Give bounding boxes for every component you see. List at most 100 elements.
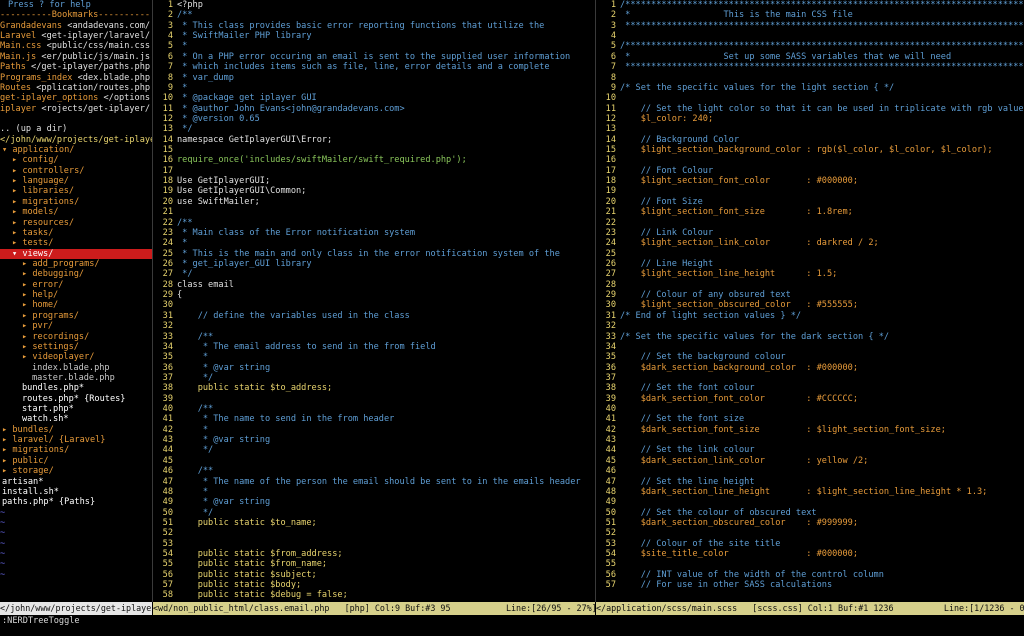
tree-directory[interactable]: ▸ public/ xyxy=(0,456,152,466)
bookmark-item[interactable]: Programs_index <dex.blade.php xyxy=(0,73,152,83)
tree-file[interactable]: routes.php* {Routes} xyxy=(0,394,152,404)
code-line[interactable]: 29 // Colour of any obsured text xyxy=(596,290,1024,300)
code-line[interactable]: 36 * @var string xyxy=(153,363,595,373)
code-line[interactable]: 34 * The email address to send in the fr… xyxy=(153,342,595,352)
code-line[interactable]: 17 // Font Colour xyxy=(596,166,1024,176)
code-line[interactable]: 29 { xyxy=(153,290,595,300)
tree-directory[interactable]: ▸ config/ xyxy=(0,155,152,165)
code-line[interactable]: 13 xyxy=(596,124,1024,134)
code-line[interactable]: 46 xyxy=(596,466,1024,476)
code-line[interactable]: 42 $dark_section_font_size : $light_sect… xyxy=(596,425,1024,435)
code-line[interactable]: 54 $site_title_color : #000000; xyxy=(596,549,1024,559)
code-line[interactable]: 50 */ xyxy=(153,508,595,518)
code-line[interactable]: 20 use SwiftMailer; xyxy=(153,197,595,207)
code-line[interactable]: 23 // Link Colour xyxy=(596,228,1024,238)
tree-directory[interactable]: ▸ help/ xyxy=(0,290,152,300)
code-line[interactable]: 43 xyxy=(596,435,1024,445)
tree-directory[interactable]: ▸ videoplayer/ xyxy=(0,352,152,362)
code-line[interactable]: 28 xyxy=(596,280,1024,290)
editor-pane-scss[interactable]: 1 /**************************************… xyxy=(596,0,1024,602)
code-line[interactable]: 18 $light_section_font_color : #000000; xyxy=(596,176,1024,186)
code-line[interactable]: 48 * xyxy=(153,487,595,497)
up-dir-link[interactable]: .. (up a dir) xyxy=(0,124,152,134)
code-line[interactable]: 6 * Set up some SASS variables that we w… xyxy=(596,52,1024,62)
code-line[interactable]: 9 * xyxy=(153,83,595,93)
tree-directory[interactable]: ▸ controllers/ xyxy=(0,166,152,176)
code-line[interactable]: 5 * xyxy=(153,41,595,51)
code-line[interactable]: 33 /** xyxy=(153,332,595,342)
bookmark-item[interactable]: get-iplayer_options </options xyxy=(0,93,152,103)
code-line[interactable]: 14 // Background Color xyxy=(596,135,1024,145)
code-line[interactable]: 4 * SwiftMailer PHP library xyxy=(153,31,595,41)
code-line[interactable]: 7 **************************************… xyxy=(596,62,1024,72)
code-line[interactable]: 26 * get_iplayer_GUI library xyxy=(153,259,595,269)
tree-directory[interactable]: ▸ tests/ xyxy=(0,238,152,248)
tree-directory[interactable]: ▸ error/ xyxy=(0,280,152,290)
code-line[interactable]: 51 public static $to_name; xyxy=(153,518,595,528)
code-line[interactable]: 37 */ xyxy=(153,373,595,383)
code-line[interactable]: 12 * @version 0.65 xyxy=(153,114,595,124)
code-line[interactable]: 43 * @var string xyxy=(153,435,595,445)
code-line[interactable]: 5 /**************************************… xyxy=(596,41,1024,51)
code-line[interactable]: 45 xyxy=(153,456,595,466)
code-line[interactable]: 39 $dark_section_font_color : #CCCCCC; xyxy=(596,394,1024,404)
tree-directory[interactable]: ▸ recordings/ xyxy=(0,332,152,342)
bookmark-item[interactable]: Grandadevans <andadevans.com/ xyxy=(0,21,152,31)
code-line[interactable]: 20 // Font Size xyxy=(596,197,1024,207)
code-line[interactable]: 24 $light_section_link_color : darkred /… xyxy=(596,238,1024,248)
code-line[interactable]: 57 // For use in other SASS calculations xyxy=(596,580,1024,590)
code-line[interactable]: 22 /** xyxy=(153,218,595,228)
code-line[interactable]: 25 * This is the main and only class in … xyxy=(153,249,595,259)
code-line[interactable]: 17 xyxy=(153,166,595,176)
code-line[interactable]: 10 * @package get iplayer GUI xyxy=(153,93,595,103)
code-line[interactable]: 11 * @author John Evans<john@grandadevan… xyxy=(153,104,595,114)
code-line[interactable]: 50 // Set the colour of obscured text xyxy=(596,508,1024,518)
code-line[interactable]: 8 * var_dump xyxy=(153,73,595,83)
code-line[interactable]: 18 Use GetIplayerGUI; xyxy=(153,176,595,186)
code-line[interactable]: 57 public static $body; xyxy=(153,580,595,590)
code-line[interactable]: 24 * xyxy=(153,238,595,248)
code-line[interactable]: 31 /* End of light section values } */ xyxy=(596,311,1024,321)
code-line[interactable]: 30 $light_section_obscured_color : #5555… xyxy=(596,300,1024,310)
code-line[interactable]: 46 /** xyxy=(153,466,595,476)
code-line[interactable]: 16 require_once('includes/swiftMailer/swi… xyxy=(153,155,595,165)
code-line[interactable]: 19 xyxy=(596,186,1024,196)
bookmark-item[interactable]: Paths </get-iplayer/paths.php xyxy=(0,62,152,72)
code-line[interactable]: 9 /* Set the specific values for the ligh… xyxy=(596,83,1024,93)
tree-directory[interactable]: ▸ laravel/ {Laravel} xyxy=(0,435,152,445)
tree-directory[interactable]: ▸ libraries/ xyxy=(0,186,152,196)
code-line[interactable]: 58 public static $debug = false; xyxy=(153,590,595,600)
code-line[interactable]: 16 xyxy=(596,155,1024,165)
bookmark-item[interactable]: Main.css <public/css/main.css xyxy=(0,41,152,51)
code-line[interactable]: 38 // Set the font colour xyxy=(596,383,1024,393)
code-line[interactable]: 34 xyxy=(596,342,1024,352)
code-line[interactable]: 22 xyxy=(596,218,1024,228)
tree-file[interactable]: paths.php* {Paths} xyxy=(0,497,152,507)
code-line[interactable]: 51 $dark_section_obscured_color : #99999… xyxy=(596,518,1024,528)
nerdtree-pane[interactable]: Press ? for help ----------Bookmarks----… xyxy=(0,0,152,602)
bookmark-item[interactable]: Main.js <er/public/js/main.js xyxy=(0,52,152,62)
editor-pane-php[interactable]: 1 <?php 2/** 3 * This class provides basic … xyxy=(153,0,595,602)
code-line[interactable]: 40 /** xyxy=(153,404,595,414)
code-line[interactable]: 31 // define the variables used in the c… xyxy=(153,311,595,321)
code-line[interactable]: 38 public static $to_address; xyxy=(153,383,595,393)
code-line[interactable]: 48 $dark_section_line_height : $light_se… xyxy=(596,487,1024,497)
code-line[interactable]: 1 /**************************************… xyxy=(596,0,1024,10)
tree-directory[interactable]: ▸ programs/ xyxy=(0,311,152,321)
code-line[interactable]: 23 * Main class of the Error notificatio… xyxy=(153,228,595,238)
code-line[interactable]: 44 // Set the link colour xyxy=(596,445,1024,455)
tree-directory[interactable]: ▸ bundles/ xyxy=(0,425,152,435)
tree-directory[interactable]: ▸ models/ xyxy=(0,207,152,217)
code-line[interactable]: 37 xyxy=(596,373,1024,383)
code-line[interactable]: 53 // Colour of the site title xyxy=(596,539,1024,549)
code-line[interactable]: 44 */ xyxy=(153,445,595,455)
code-line[interactable]: 4 xyxy=(596,31,1024,41)
code-line[interactable]: 7 * which includes items such as file, l… xyxy=(153,62,595,72)
tree-file[interactable]: install.sh* xyxy=(0,487,152,497)
tree-file[interactable]: bundles.php* xyxy=(0,383,152,393)
tree-directory[interactable]: ▸ pvr/ xyxy=(0,321,152,331)
code-line[interactable]: 56 // INT value of the width of the cont… xyxy=(596,570,1024,580)
code-line[interactable]: 21 xyxy=(153,207,595,217)
code-line[interactable]: 32 xyxy=(596,321,1024,331)
code-line[interactable]: 3 * This class provides basic error repo… xyxy=(153,21,595,31)
